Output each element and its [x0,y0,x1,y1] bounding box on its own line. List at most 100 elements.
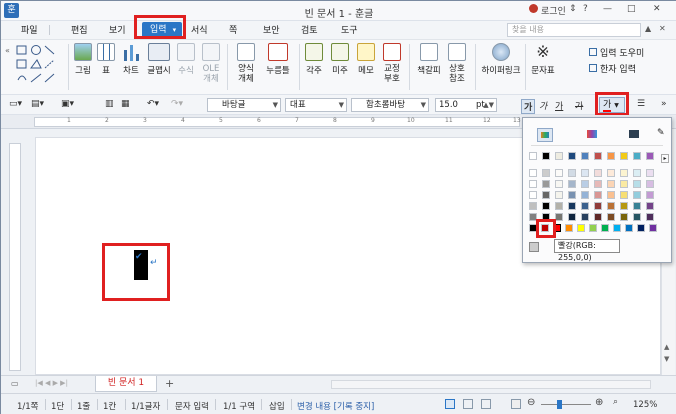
tab-scroll-icons[interactable]: |◀ ◀ ▶ ▶| [35,379,68,387]
view-normal-icon[interactable] [445,399,455,409]
print-icon[interactable]: ▥ [105,99,114,109]
color-swatch[interactable] [568,152,576,160]
color-swatch[interactable] [633,180,641,188]
color-swatch[interactable] [607,202,615,210]
color-swatch[interactable] [555,202,563,210]
color-swatch[interactable] [620,191,628,199]
color-swatch[interactable] [633,191,641,199]
color-swatch[interactable] [529,191,537,199]
color-swatch[interactable] [620,169,628,177]
color-swatch[interactable] [649,224,657,232]
redo-icon[interactable]: ↷▾ [171,99,183,109]
insert-chart-button[interactable]: 차트 [119,43,143,76]
strike-button[interactable]: 가 [575,99,583,112]
insert-footnote-button[interactable]: 각주 [303,43,325,76]
status-input-mode[interactable]: 문자 입력 [175,400,209,412]
color-swatch[interactable] [555,180,563,188]
scroll-prev-page-icon[interactable]: ▲ [664,343,669,351]
new-doc-icon[interactable]: ▭▾ [9,99,22,109]
style-select[interactable]: 바탕글 ▼ [207,98,281,112]
no-color-swatch[interactable] [529,242,539,252]
insert-bookmark-button[interactable]: 책갈피 [415,43,443,76]
insert-memo-button[interactable]: 메모 [355,43,377,76]
zoom-slider-thumb[interactable] [557,400,562,409]
color-swatch[interactable] [581,152,589,160]
minimize-button[interactable]: — [603,4,612,14]
scroll-next-page-icon[interactable]: ▼ [664,355,669,363]
color-swatch[interactable] [594,213,602,221]
color-swatch[interactable] [646,202,654,210]
color-swatch[interactable] [542,169,550,177]
menu-view[interactable]: 보기 [109,23,126,36]
insert-wordart-button[interactable]: 글맵시 [145,43,173,76]
color-swatch[interactable] [637,224,645,232]
zoom-level[interactable]: 125% [633,400,657,410]
color-swatch[interactable] [633,213,641,221]
search-input[interactable]: 찾을 내용 [507,23,641,37]
color-swatch[interactable] [601,224,609,232]
zoom-fit-icon[interactable] [511,399,521,409]
insert-table-button[interactable]: 표 [95,43,117,76]
color-swatch[interactable] [594,202,602,210]
color-swatch[interactable] [607,152,615,160]
color-swatch[interactable] [607,180,615,188]
color-swatch[interactable] [594,152,602,160]
close-doc-icon[interactable]: ✕ [659,24,666,33]
color-swatch[interactable] [568,202,576,210]
add-tab-button[interactable]: + [165,377,174,390]
color-swatch[interactable] [581,169,589,177]
insert-proof-button[interactable]: 교정 부호 [381,43,403,84]
close-button[interactable]: ✕ [653,4,661,14]
bold-button[interactable]: 가 [521,99,536,114]
font-size-input[interactable]: 15.0 pt ▲▼ [435,98,497,112]
menu-edit[interactable]: 편집 [71,23,88,36]
color-swatch[interactable] [589,224,597,232]
shapes-gallery[interactable] [15,44,67,88]
color-swatch[interactable] [568,191,576,199]
insert-picture-button[interactable]: 그림 [71,43,95,76]
menu-format[interactable]: 서식 [191,23,208,36]
tab-document-1[interactable]: 빈 문서 1 [95,376,157,392]
color-swatch[interactable] [565,224,573,232]
color-swatch[interactable] [620,152,628,160]
color-swatch[interactable] [594,180,602,188]
color-swatch[interactable] [633,152,641,160]
underline-button[interactable]: 가 [555,99,563,112]
maximize-button[interactable]: □ [627,4,636,14]
zoom-in-button[interactable]: ⊕ [595,397,603,408]
color-swatch[interactable] [577,224,585,232]
color-swatch[interactable] [594,191,602,199]
undo-icon[interactable]: ↶▾ [147,99,159,109]
palette-tab-custom-icon[interactable] [587,130,597,138]
color-swatch[interactable] [620,202,628,210]
more-toolbar-icon[interactable]: » [661,99,667,109]
open-icon[interactable]: ▤▾ [31,99,44,109]
align-icon[interactable]: ☰ [637,99,645,109]
color-swatch[interactable] [594,169,602,177]
zoom-slider-track[interactable] [541,404,591,405]
color-swatch[interactable] [646,191,654,199]
color-swatch[interactable] [625,224,633,232]
color-swatch[interactable] [581,191,589,199]
shapes-scroll-left-icon[interactable]: « [5,46,10,55]
vertical-ruler[interactable] [9,143,21,371]
login-button[interactable]: 로그인 [541,4,566,17]
color-swatch[interactable] [529,152,537,160]
palette-tab-image-icon[interactable] [629,130,639,138]
color-swatch[interactable] [581,202,589,210]
italic-button[interactable]: 가 [539,99,547,112]
user-avatar-icon[interactable] [529,4,538,14]
horizontal-scrollbar[interactable] [331,380,651,389]
color-swatch[interactable] [633,169,641,177]
menu-review[interactable]: 검토 [301,23,318,36]
color-swatch[interactable] [607,191,615,199]
insert-crossref-button[interactable]: 상호 참조 [445,43,469,84]
insert-endnote-button[interactable]: 미주 [329,43,351,76]
color-swatch[interactable] [620,180,628,188]
insert-symbol-button[interactable]: ※ 문자표 [529,43,557,77]
insert-formula-button[interactable]: 수식 [175,43,197,76]
menu-tools[interactable]: 도구 [341,23,358,36]
color-swatch[interactable] [542,180,550,188]
color-swatch[interactable] [542,152,550,160]
hanja-input-button[interactable]: 한자 입력 [589,62,636,75]
